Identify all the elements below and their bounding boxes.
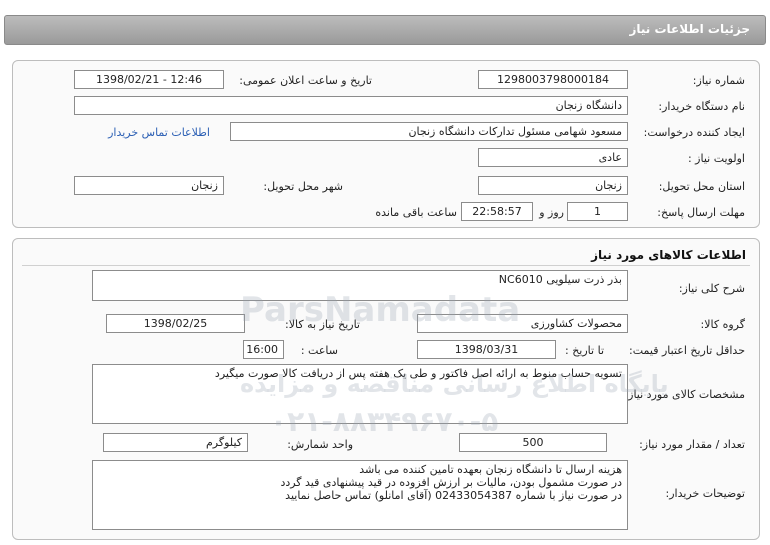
deadline-time-field: 22:58:57: [461, 202, 533, 221]
buyer-notes-label: توضیحات خریدار:: [665, 487, 746, 500]
priority-field: عادی: [478, 148, 628, 167]
validity-date-field: 1398/03/31: [417, 340, 556, 359]
validity-time-field: 16:00: [243, 340, 284, 359]
buyer-contact-link[interactable]: اطلاعات تماس خریدار: [108, 126, 210, 139]
requester-field: مسعود شهامی مسئول تدارکات دانشگاه زنجان: [230, 122, 628, 141]
price-validity-label: حداقل تاریخ اعتبار قیمت:: [629, 344, 745, 357]
days-label: روز و: [539, 206, 564, 219]
buyer-org-label: نام دستگاه خریدار:: [658, 100, 745, 113]
deadline-label: مهلت ارسال پاسخ:: [657, 206, 745, 219]
validity-time-label: ساعت :: [300, 344, 338, 357]
until-date-label: تا تاریخ :: [565, 344, 604, 357]
unit-label: واحد شمارش:: [287, 438, 353, 451]
section-divider: [22, 265, 750, 266]
need-number-label: شماره نیاز:: [692, 74, 745, 87]
need-date-field: 1398/02/25: [106, 314, 245, 333]
summary-label: شرح کلی نیاز:: [678, 282, 745, 295]
goods-group-label: گروه کالا:: [700, 318, 745, 331]
watermark-brand: ParsNamadata: [240, 290, 521, 330]
buyer-notes-field: هزینه ارسال تا دانشگاه زنجان بعهده تامین…: [92, 460, 628, 530]
remaining-time-label: ساعت باقی مانده: [375, 206, 457, 219]
buyer-org-field: دانشگاه زنجان: [74, 96, 628, 115]
watermark-line2: ۰۲۱-۸۸۳۴۹۶۷۰-۵: [270, 405, 499, 438]
unit-field: کیلوگرم: [103, 433, 248, 452]
goods-section-title: اطلاعات کالاهای مورد نیاز: [591, 248, 746, 262]
watermark-line1: پایگاه اطلاع رسانی مناقصه و مزایده: [240, 370, 669, 398]
page-title: جزئیات اطلاعات نیاز: [629, 22, 750, 36]
announce-datetime-label: تاریخ و ساعت اعلان عمومی:: [239, 74, 372, 87]
priority-label: اولویت نیاز :: [687, 152, 745, 165]
delivery-city-field: زنجان: [74, 176, 224, 195]
quantity-label: تعداد / مقدار مورد نیاز:: [639, 438, 745, 451]
announce-datetime-field: 1398/02/21 - 12:46: [74, 70, 224, 89]
deadline-days-field: 1: [567, 202, 628, 221]
delivery-province-label: استان محل تحویل:: [658, 180, 745, 193]
delivery-province-field: زنجان: [478, 176, 628, 195]
requester-label: ایجاد کننده درخواست:: [643, 126, 745, 139]
delivery-city-label: شهر محل تحویل:: [263, 180, 343, 193]
need-number-field: 1298003798000184: [478, 70, 628, 89]
